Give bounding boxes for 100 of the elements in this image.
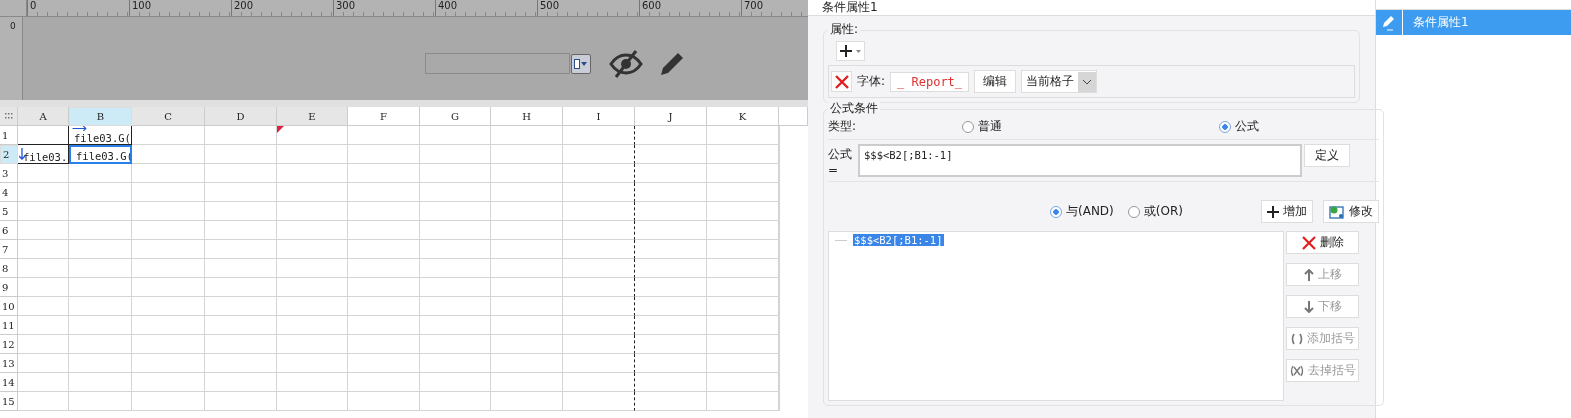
row-header[interactable]: 6	[0, 221, 18, 240]
table-cell[interactable]	[563, 202, 635, 221]
column-header[interactable]	[779, 107, 808, 126]
table-cell[interactable]: file03.G(	[69, 126, 132, 145]
table-cell[interactable]	[563, 297, 635, 316]
plus-icon	[1266, 205, 1279, 218]
formula-field[interactable]: $$$<B2[;B1:-1]	[858, 144, 1302, 177]
remove-button[interactable]	[831, 71, 852, 92]
define-button[interactable]: 定义	[1304, 144, 1350, 167]
edit-button[interactable]: 编辑	[974, 70, 1017, 93]
close-icon	[1301, 235, 1316, 250]
column-header[interactable]: C	[132, 107, 205, 126]
column-header[interactable]: A	[18, 107, 69, 126]
radio-button[interactable]: 普通	[962, 118, 1003, 135]
cell-text: file03.G(	[74, 132, 131, 144]
column-header[interactable]: B	[69, 107, 132, 126]
row-header[interactable]: 9	[0, 278, 18, 297]
row-header[interactable]: 2	[0, 145, 18, 164]
condition-item[interactable]: $$$<B2[;B1:-1]	[853, 234, 944, 246]
table-cell[interactable]	[563, 316, 635, 335]
ruler-label: 200	[234, 0, 254, 11]
ruler-label: 700	[744, 0, 764, 11]
row-header[interactable]: 11	[0, 316, 18, 335]
scope-select[interactable]: 当前格子	[1021, 70, 1098, 93]
radio-circle[interactable]	[1127, 205, 1140, 218]
delete-button[interactable]: 删除	[1286, 231, 1359, 254]
table-cell[interactable]	[563, 145, 635, 164]
table-cell[interactable]	[563, 183, 635, 202]
table-cell[interactable]	[563, 126, 635, 145]
font-label: 字体:	[857, 73, 886, 90]
ruler-label: 400	[438, 0, 458, 11]
splitter-bar[interactable]	[0, 100, 808, 107]
radio-circle[interactable]	[962, 120, 975, 133]
column-header[interactable]: E	[277, 107, 348, 126]
ruler-label: 600	[642, 0, 662, 11]
ruler-label: 500	[540, 0, 560, 11]
row-header[interactable]: 15	[0, 392, 18, 411]
dropdown-button[interactable]	[571, 53, 591, 74]
table-cell[interactable]	[563, 392, 635, 411]
row-header[interactable]: 3	[0, 164, 18, 183]
table-cell[interactable]	[18, 126, 69, 145]
arrow-up-icon	[1303, 268, 1314, 281]
table-cell[interactable]	[563, 278, 635, 297]
column-header[interactable]: H	[491, 107, 563, 126]
radio-button[interactable]: 与(AND)	[1050, 203, 1114, 220]
modify-button[interactable]: 修改	[1322, 200, 1379, 223]
corner-mark-icon	[277, 126, 284, 133]
parentheses-cross-icon	[1289, 364, 1304, 377]
column-header[interactable]: I	[563, 107, 635, 126]
ruler-label: 100	[132, 0, 152, 11]
plus-icon	[838, 44, 863, 58]
arrow-right-icon	[71, 126, 89, 131]
row-header[interactable]: 4	[0, 183, 18, 202]
radio-button[interactable]: 公式	[1219, 118, 1260, 135]
table-cell[interactable]	[563, 221, 635, 240]
row-header[interactable]: 1	[0, 126, 18, 145]
table-cell[interactable]: file03.	[18, 145, 69, 164]
table-cell[interactable]	[563, 373, 635, 392]
row-header[interactable]: 5	[0, 202, 18, 221]
column-header[interactable]: G	[420, 107, 491, 126]
column-header[interactable]: K	[707, 107, 779, 126]
ruler-label: 0	[10, 21, 16, 31]
column-header[interactable]: J	[635, 107, 707, 126]
arrow-down-icon	[1303, 300, 1314, 313]
grip-icon	[4, 113, 13, 119]
close-icon	[834, 74, 849, 89]
column-header[interactable]: D	[205, 107, 277, 126]
table-cell[interactable]	[563, 354, 635, 373]
arrow-down-icon	[19, 148, 25, 160]
row-header[interactable]: 10	[0, 297, 18, 316]
table-cell[interactable]	[563, 259, 635, 278]
add-button[interactable]: 增加	[1260, 200, 1313, 223]
group-label: 公式条件	[828, 100, 880, 117]
type-label: 类型:	[828, 118, 857, 135]
row-header[interactable]: 14	[0, 373, 18, 392]
formula-label: 公式=	[828, 146, 853, 177]
ruler-label: 300	[336, 0, 356, 11]
radio-circle[interactable]	[1050, 205, 1062, 218]
row-header[interactable]: 8	[0, 259, 18, 278]
table-cell[interactable]	[563, 335, 635, 354]
font-preview: _ Report_	[890, 71, 970, 92]
radio-circle[interactable]	[1219, 120, 1232, 133]
column-header[interactable]: F	[348, 107, 420, 126]
table-cell[interactable]	[563, 164, 635, 183]
ruler-label: 0	[30, 0, 37, 11]
group-label: 属性:	[828, 21, 861, 38]
pencil-icon	[1382, 14, 1396, 31]
parentheses-icon	[1290, 332, 1303, 345]
row-header[interactable]: 12	[0, 335, 18, 354]
row-header[interactable]: 7	[0, 240, 18, 259]
add-dropdown-button[interactable]	[836, 41, 865, 61]
combo-field[interactable]	[425, 53, 570, 74]
dropdown-icon	[574, 58, 588, 69]
row-header[interactable]: 13	[0, 354, 18, 373]
radio-button[interactable]: 或(OR)	[1127, 203, 1183, 220]
select-all-button[interactable]	[0, 107, 18, 126]
chevron-down-icon	[1082, 78, 1093, 85]
cell-text: file03.	[23, 151, 68, 163]
eye-off-icon[interactable]	[609, 48, 643, 79]
table-cell[interactable]	[563, 240, 635, 259]
